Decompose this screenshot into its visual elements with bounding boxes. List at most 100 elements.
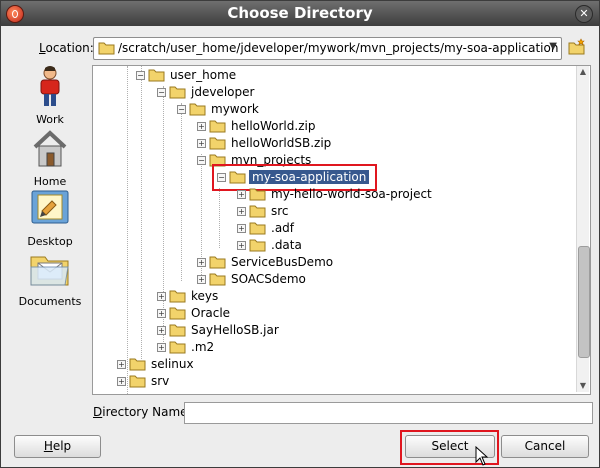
expand-icon[interactable]: + xyxy=(237,207,246,216)
expand-icon[interactable]: + xyxy=(157,292,166,301)
tree-item-label: keys xyxy=(191,289,219,303)
expand-icon[interactable]: + xyxy=(237,190,246,199)
scroll-up-icon[interactable]: ▲ xyxy=(577,66,589,78)
expand-icon[interactable]: + xyxy=(157,326,166,335)
scroll-down-icon[interactable]: ▼ xyxy=(577,380,589,392)
tree-item[interactable]: + my-hello-world-soa-project xyxy=(237,186,497,203)
tree-item-label: helloWorld.zip xyxy=(231,119,316,133)
folder-icon xyxy=(249,222,266,235)
scroll-thumb[interactable] xyxy=(578,246,590,358)
collapse-icon[interactable]: − xyxy=(177,105,186,114)
folder-icon xyxy=(249,205,266,218)
work-icon xyxy=(40,66,60,106)
directory-name-mnemonic: D xyxy=(93,405,103,419)
tree-scrollbar[interactable]: ▲ ▼ xyxy=(576,66,590,392)
shortcut-documents[interactable]: Documents xyxy=(14,247,86,308)
tree-item-label: .data xyxy=(271,238,302,252)
expand-icon[interactable]: + xyxy=(237,224,246,233)
directory-name-label-text: irectory Name: xyxy=(102,405,192,419)
folder-icon xyxy=(189,103,206,116)
expand-icon[interactable]: + xyxy=(237,241,246,250)
tree-item-label: selinux xyxy=(151,357,194,371)
tree-item[interactable]: + helloWorldSB.zip xyxy=(197,135,397,152)
cancel-button[interactable]: Cancel xyxy=(501,435,589,458)
shortcut-desktop[interactable]: Desktop xyxy=(14,187,86,248)
tree-item[interactable]: + .m2 xyxy=(157,339,357,356)
new-folder-button[interactable] xyxy=(568,38,586,56)
folder-icon xyxy=(209,137,226,150)
help-label: elp xyxy=(52,439,72,453)
expand-icon[interactable]: + xyxy=(157,309,166,318)
location-combobox[interactable]: /scratch/user_home/jdeveloper/mywork/mvn… xyxy=(93,37,562,60)
tree-item[interactable]: + .data xyxy=(237,237,437,254)
shortcuts-panel: Work Home Desktop Documents xyxy=(14,65,86,395)
tree-item[interactable]: + keys xyxy=(157,288,357,305)
help-mnemonic: H xyxy=(43,439,53,453)
folder-icon xyxy=(129,375,146,388)
tree-item[interactable]: − mywork xyxy=(177,101,377,118)
tree-item[interactable]: + SayHelloSB.jar xyxy=(157,322,357,339)
tree-item[interactable]: + .adf xyxy=(237,220,437,237)
tree-item-label: srv xyxy=(151,374,170,388)
tree-guide xyxy=(141,66,142,359)
directory-tree[interactable]: − user_home − jdeveloper − mywork + hell… xyxy=(92,65,591,395)
tree-item-label: user_home xyxy=(170,68,237,82)
folder-icon xyxy=(169,324,186,337)
tree-item[interactable]: + selinux xyxy=(117,356,317,373)
expand-icon[interactable]: + xyxy=(197,258,206,267)
choose-directory-dialog: Choose Directory ✕ Location: /scratch/us… xyxy=(0,0,600,468)
tree-item[interactable]: − user_home xyxy=(136,67,336,84)
title-bar[interactable]: Choose Directory ✕ xyxy=(1,1,599,26)
tree-item-label: .adf xyxy=(271,221,295,235)
expand-icon[interactable]: + xyxy=(157,343,166,352)
close-icon[interactable]: ✕ xyxy=(575,5,593,23)
tree-item-label: SOACSdemo xyxy=(231,272,306,286)
location-label-text: ocation: xyxy=(45,41,94,55)
folder-icon xyxy=(209,273,226,286)
expand-icon[interactable]: + xyxy=(117,360,126,369)
folder-icon xyxy=(249,239,266,252)
chevron-down-icon[interactable]: ▼ xyxy=(549,41,557,52)
tree-item-label: helloWorldSB.zip xyxy=(231,136,332,150)
tree-item[interactable]: + src xyxy=(237,203,437,220)
tree-item-label: .m2 xyxy=(191,340,215,354)
folder-icon xyxy=(249,188,266,201)
collapse-icon[interactable]: − xyxy=(197,156,206,165)
folder-icon xyxy=(129,358,146,371)
home-icon xyxy=(33,130,67,167)
expand-icon[interactable]: + xyxy=(117,377,126,386)
mouse-cursor-icon xyxy=(475,446,489,466)
folder-icon xyxy=(169,86,186,99)
location-value: /scratch/user_home/jdeveloper/mywork/mvn… xyxy=(118,41,559,55)
tree-item[interactable]: + SOACSdemo xyxy=(197,271,397,288)
directory-name-label: Directory Name: xyxy=(93,405,192,419)
folder-icon xyxy=(169,341,186,354)
shortcut-work[interactable]: Work xyxy=(14,65,86,127)
tree-item-label: src xyxy=(271,204,289,218)
tree-item-label: my-hello-world-soa-project xyxy=(271,187,432,201)
tree-guide xyxy=(127,66,128,394)
tree-item[interactable]: + helloWorld.zip xyxy=(197,118,397,135)
collapse-icon[interactable]: − xyxy=(157,88,166,97)
tree-item-label: mywork xyxy=(211,102,259,116)
folder-icon xyxy=(169,290,186,303)
tree-item[interactable]: + Oracle xyxy=(157,305,357,322)
shortcut-home[interactable]: Home xyxy=(14,127,86,188)
collapse-icon[interactable]: − xyxy=(136,71,145,80)
folder-icon xyxy=(209,120,226,133)
expand-icon[interactable]: + xyxy=(197,275,206,284)
shortcut-label: Work xyxy=(36,113,64,126)
tree-item-label: ServiceBusDemo xyxy=(231,255,334,269)
tree-item[interactable]: − jdeveloper xyxy=(157,84,357,101)
directory-name-input[interactable] xyxy=(184,402,593,424)
window-title: Choose Directory xyxy=(227,4,373,22)
shortcut-label: Documents xyxy=(18,295,82,308)
expand-icon[interactable]: + xyxy=(197,122,206,131)
tree-item[interactable]: + ServiceBusDemo xyxy=(197,254,397,271)
folder-icon xyxy=(148,69,165,82)
tree-guide xyxy=(219,188,220,248)
help-button[interactable]: Help xyxy=(14,435,101,458)
folder-icon xyxy=(209,256,226,269)
expand-icon[interactable]: + xyxy=(197,139,206,148)
tree-item[interactable]: + srv xyxy=(117,373,317,390)
